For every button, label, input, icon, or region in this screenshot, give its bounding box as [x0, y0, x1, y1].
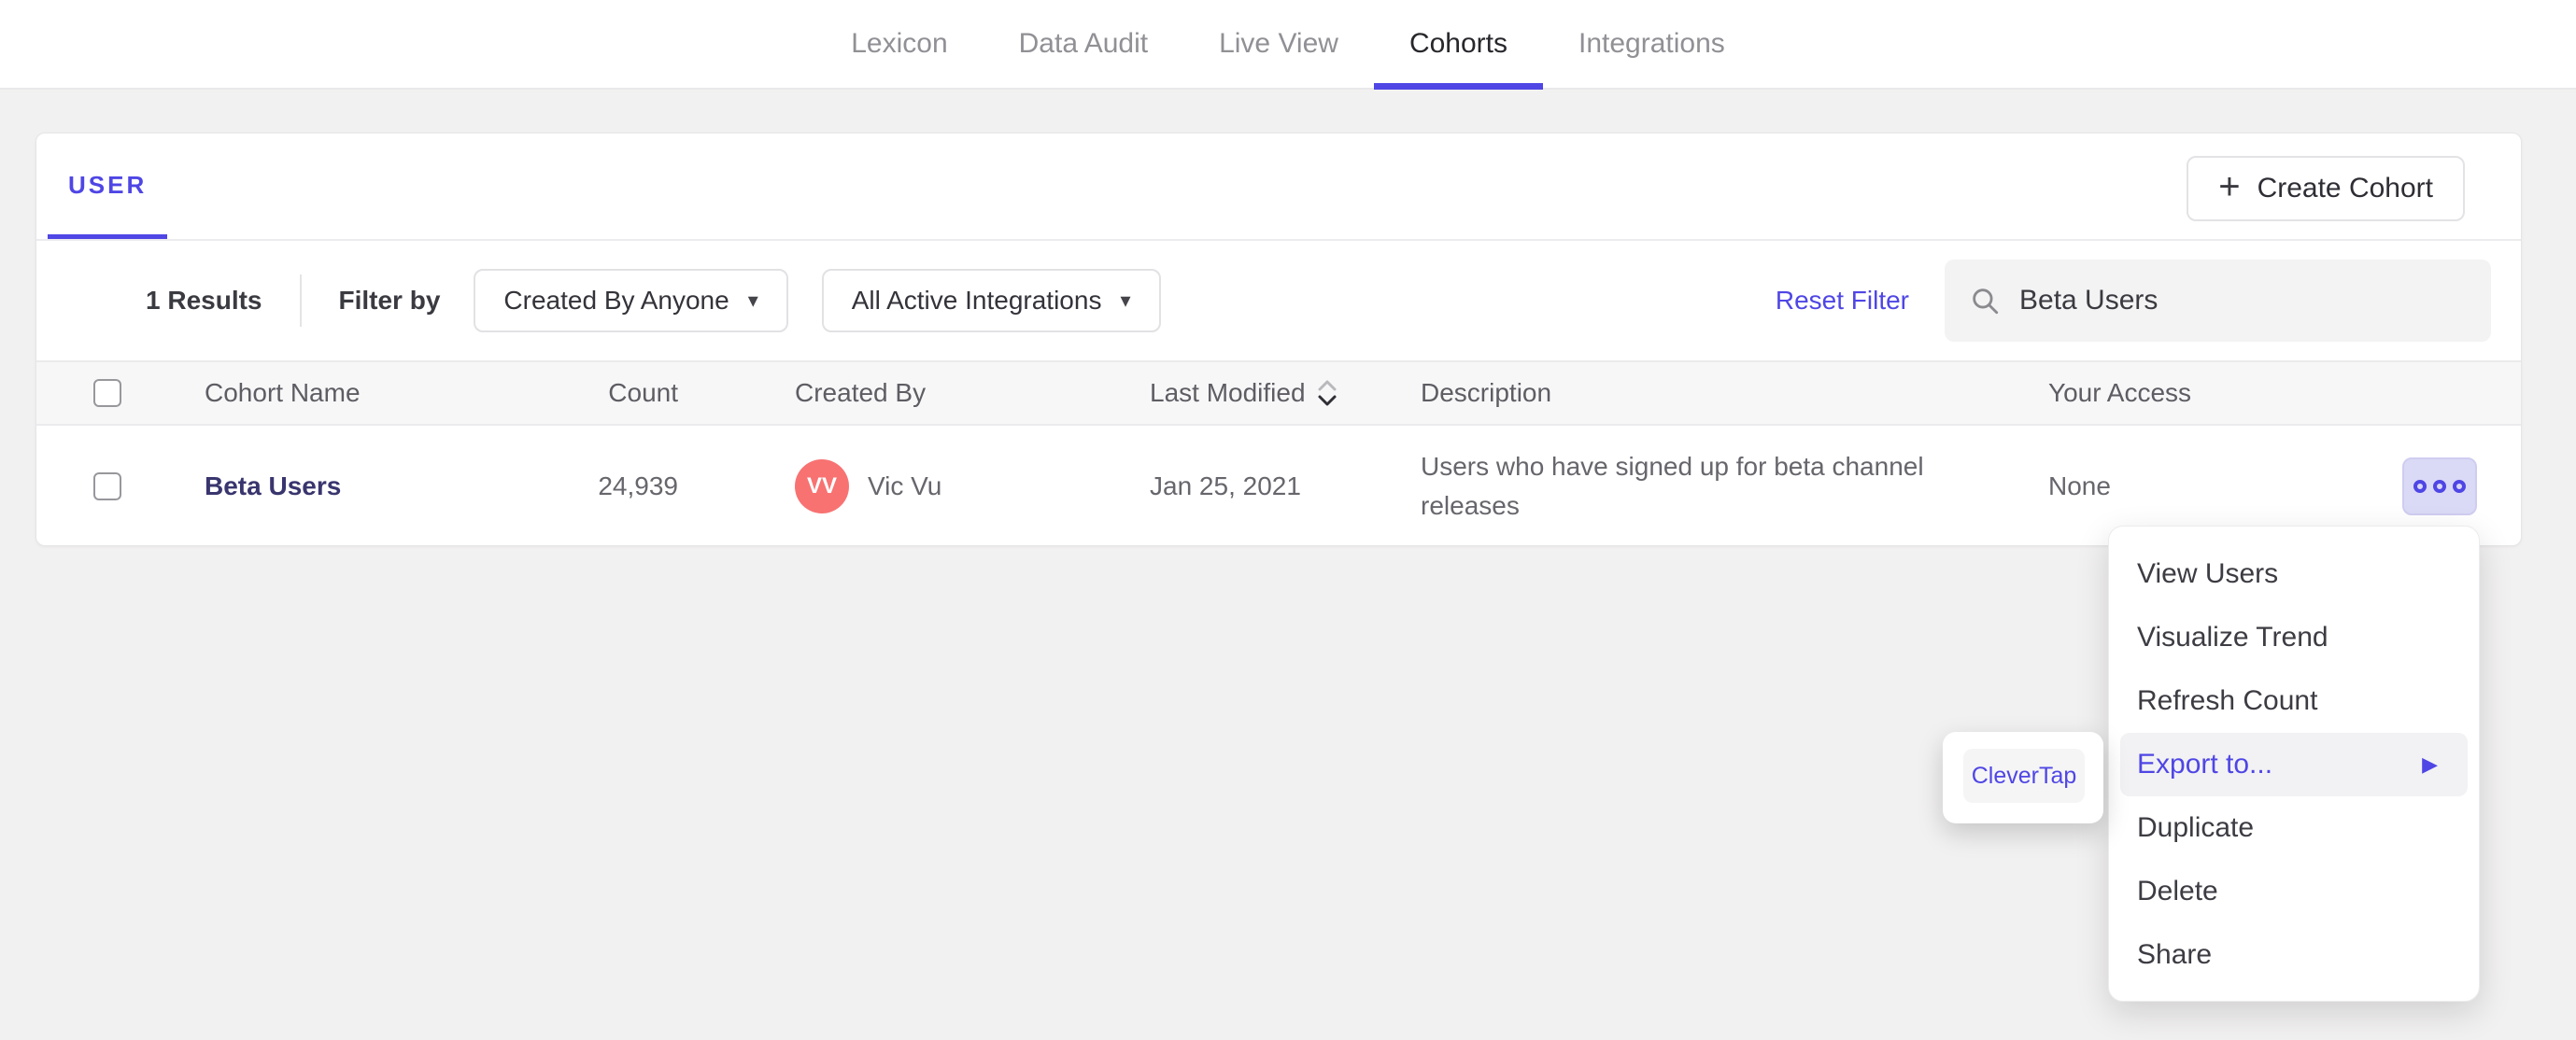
nav-item-data-audit[interactable]: Data Audit: [984, 0, 1183, 88]
menu-item-share[interactable]: Share: [2109, 923, 2479, 987]
menu-item-refresh-count[interactable]: Refresh Count: [2109, 669, 2479, 733]
header-description: Description: [1421, 378, 1552, 407]
panel-tabs-row: USER + Create Cohort: [36, 134, 2521, 241]
divider: [299, 274, 302, 327]
search-icon: [1973, 288, 1999, 315]
cohort-name-link[interactable]: Beta Users: [205, 471, 341, 500]
cohort-count: 24,939: [598, 471, 678, 500]
integrations-dropdown-label: All Active Integrations: [851, 286, 1102, 315]
create-cohort-label: Create Cohort: [2257, 173, 2433, 204]
tab-user[interactable]: USER: [48, 134, 168, 239]
menu-item-export-label: Export to...: [2137, 749, 2273, 780]
results-count: 1 Results: [146, 286, 262, 315]
chevron-down-icon: ▾: [747, 288, 758, 312]
created-by-dropdown[interactable]: Created By Anyone ▾: [474, 269, 788, 332]
creator-name: Vic Vu: [868, 471, 942, 500]
cohort-description: Users who have signed up for beta channe…: [1421, 452, 1924, 520]
header-count: Count: [608, 378, 678, 407]
plus-icon: +: [2218, 166, 2241, 207]
top-navigation: Lexicon Data Audit Live View Cohorts Int…: [0, 0, 2576, 90]
header-your-access: Your Access: [2048, 378, 2192, 407]
filter-by-label: Filter by: [338, 286, 441, 315]
table-header-row: Cohort Name Count Created By Last Modifi…: [36, 360, 2521, 426]
menu-item-view-users[interactable]: View Users: [2109, 542, 2479, 606]
access-value: None: [2048, 471, 2111, 500]
chevron-down-icon: ▾: [1120, 288, 1131, 312]
header-cohort-name: Cohort Name: [205, 378, 361, 407]
submenu-arrow-icon: ▶: [2422, 752, 2438, 776]
menu-item-duplicate[interactable]: Duplicate: [2109, 796, 2479, 860]
nav-item-lexicon[interactable]: Lexicon: [815, 0, 983, 88]
filter-bar: 1 Results Filter by Created By Anyone ▾ …: [36, 241, 2521, 360]
menu-item-export-to[interactable]: Export to... ▶: [2120, 733, 2468, 796]
menu-item-visualize-trend[interactable]: Visualize Trend: [2109, 606, 2479, 669]
more-options-icon: [2433, 480, 2446, 493]
filter-right-group: Reset Filter: [1776, 260, 2491, 342]
more-options-icon: [2413, 480, 2427, 493]
nav-item-integrations[interactable]: Integrations: [1543, 0, 1761, 88]
header-last-modified[interactable]: Last Modified: [1150, 378, 1338, 408]
last-modified-value: Jan 25, 2021: [1150, 471, 1301, 500]
created-by-dropdown-label: Created By Anyone: [503, 286, 729, 315]
cohorts-panel: USER + Create Cohort 1 Results Filter by…: [35, 133, 2522, 546]
reset-filter-link[interactable]: Reset Filter: [1776, 286, 1909, 316]
avatar: VV: [795, 459, 849, 513]
menu-item-delete[interactable]: Delete: [2109, 860, 2479, 923]
more-options-icon: [2453, 480, 2466, 493]
export-submenu: CleverTap: [1943, 732, 2103, 823]
nav-item-cohorts[interactable]: Cohorts: [1373, 0, 1544, 90]
select-all-checkbox[interactable]: [93, 379, 121, 407]
nav-item-live-view[interactable]: Live View: [1183, 0, 1374, 88]
row-context-menu: View Users Visualize Trend Refresh Count…: [2108, 526, 2480, 1002]
create-cohort-button[interactable]: + Create Cohort: [2187, 156, 2465, 221]
search-input[interactable]: [2019, 285, 2467, 316]
sort-icon: [1318, 380, 1337, 406]
more-options-button[interactable]: [2402, 457, 2477, 515]
submenu-item-clevertap[interactable]: CleverTap: [1963, 749, 2085, 803]
integrations-dropdown[interactable]: All Active Integrations ▾: [821, 269, 1161, 332]
row-checkbox[interactable]: [93, 472, 121, 500]
header-created-by: Created By: [795, 378, 927, 407]
search-box[interactable]: [1945, 260, 2491, 342]
